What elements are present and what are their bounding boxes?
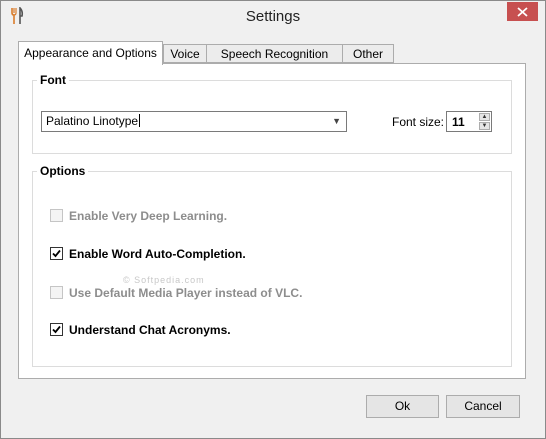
title-bar: Settings (1, 1, 545, 32)
font-select[interactable]: Palatino Linotype ▼ (41, 111, 347, 132)
options-group (32, 171, 512, 367)
checkbox-chat-acronyms[interactable] (50, 323, 63, 336)
checkbox-default-media-player[interactable] (50, 286, 63, 299)
option-label: Enable Word Auto-Completion. (69, 247, 246, 261)
option-label: Enable Very Deep Learning. (69, 209, 228, 223)
cancel-button[interactable]: Cancel (446, 395, 520, 418)
tab-other[interactable]: Other (342, 44, 394, 63)
tab-voice[interactable]: Voice (163, 44, 207, 63)
settings-window: Settings Appearance and Options Voice Sp… (0, 0, 546, 439)
options-group-title: Options (37, 164, 89, 178)
tab-speech-recognition[interactable]: Speech Recognition (206, 44, 343, 63)
font-select-value: Palatino Linotype (46, 114, 139, 128)
chevron-down-icon[interactable]: ▼ (332, 112, 341, 131)
close-button[interactable] (507, 2, 538, 21)
tab-appearance-and-options[interactable]: Appearance and Options (18, 41, 163, 65)
font-size-stepper[interactable]: 11 ▲ ▼ (446, 111, 492, 132)
checkmark-icon (52, 249, 61, 258)
stepper-buttons: ▲ ▼ (479, 113, 490, 130)
close-icon (517, 6, 528, 17)
checkbox-word-auto-completion[interactable] (50, 247, 63, 260)
window-title: Settings (245, 8, 301, 25)
stepper-up-icon[interactable]: ▲ (479, 113, 490, 121)
text-caret (139, 114, 141, 127)
watermark: © Softpedia.com (123, 275, 205, 285)
font-size-label: Font size: (392, 115, 445, 129)
option-label: Understand Chat Acronyms. (69, 323, 231, 337)
stepper-down-icon[interactable]: ▼ (479, 122, 490, 130)
font-size-value: 11 (452, 115, 465, 129)
checkmark-icon (52, 325, 61, 334)
font-group-title: Font (37, 73, 69, 87)
ok-button[interactable]: Ok (366, 395, 439, 418)
option-label: Use Default Media Player instead of VLC. (69, 286, 303, 300)
checkbox-very-deep-learning[interactable] (50, 209, 63, 222)
